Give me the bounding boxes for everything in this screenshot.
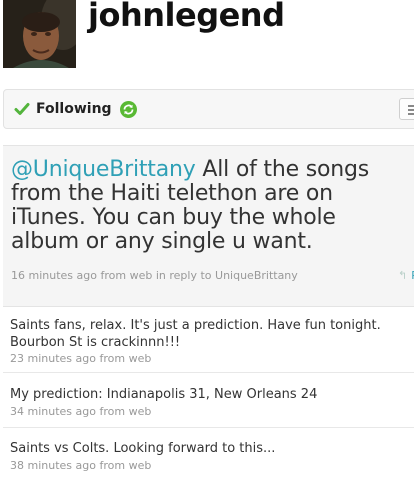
source-prefix: from — [99, 405, 126, 418]
source-link[interactable]: web — [130, 269, 153, 282]
check-icon — [14, 103, 30, 115]
source-link[interactable]: web — [129, 405, 152, 418]
featured-tweet-meta: 16 minutes ago from web in reply to Uniq… — [11, 269, 298, 282]
following-label: Following — [36, 101, 112, 117]
timestamp-link[interactable]: 38 minutes ago — [10, 459, 96, 472]
featured-tweet-text: @UniqueBrittany All of the songs from th… — [11, 158, 401, 254]
list-icon-line — [408, 109, 414, 111]
tweet-meta: 23 minutes ago from web — [10, 352, 151, 365]
profile-username: johnlegend — [88, 0, 285, 34]
reply-button[interactable]: ↰R — [398, 269, 414, 282]
source-prefix: from — [100, 269, 127, 282]
tweet-item: Saints vs Colts. Looking forward to this… — [3, 428, 414, 479]
featured-tweet: @UniqueBrittany All of the songs from th… — [3, 145, 414, 307]
source-link[interactable]: web — [129, 352, 152, 365]
tweet-text: Saints fans, relax. It's just a predicti… — [10, 318, 381, 350]
tweet-item: Saints fans, relax. It's just a predicti… — [3, 307, 414, 373]
timestamp-link[interactable]: 16 minutes ago — [11, 269, 97, 282]
reply-prefix: in reply to — [155, 269, 212, 282]
mention-link[interactable]: @UniqueBrittany — [11, 157, 196, 182]
source-prefix: from — [99, 352, 126, 365]
following-button[interactable]: Following — [4, 90, 137, 128]
refresh-icon[interactable] — [119, 100, 137, 118]
tweet-item: My prediction: Indianapolis 31, New Orle… — [3, 373, 414, 428]
follow-bar: Following — [3, 89, 414, 129]
list-icon — [408, 105, 414, 107]
tweet-meta: 38 minutes ago from web — [10, 459, 151, 472]
timestamp-link[interactable]: 34 minutes ago — [10, 405, 96, 418]
tweet-meta: 34 minutes ago from web — [10, 405, 151, 418]
list-button[interactable] — [399, 98, 414, 120]
timestamp-link[interactable]: 23 minutes ago — [10, 352, 96, 365]
list-icon-line — [408, 113, 414, 115]
avatar[interactable] — [3, 0, 76, 68]
tweet-text: Saints vs Colts. Looking forward to this… — [10, 441, 276, 456]
tweet-text: My prediction: Indianapolis 31, New Orle… — [10, 387, 318, 402]
source-link[interactable]: web — [129, 459, 152, 472]
reply-icon: ↰ — [398, 269, 408, 282]
reply-to-link[interactable]: UniqueBrittany — [215, 269, 298, 282]
source-prefix: from — [99, 459, 126, 472]
avatar-photo — [3, 0, 76, 68]
